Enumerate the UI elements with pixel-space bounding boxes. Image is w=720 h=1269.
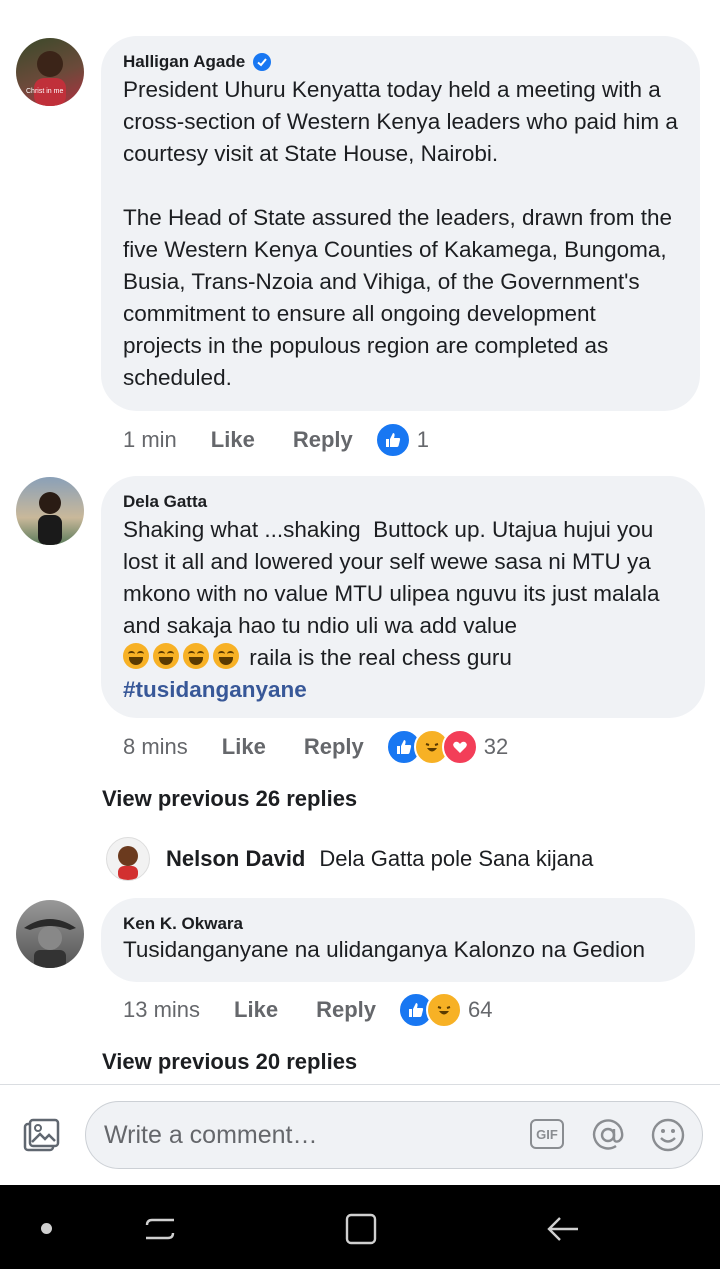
comment-bubble[interactable]: Dela Gatta Shaking what ...shaking Butto…	[101, 476, 705, 718]
comment-text-tail: raila is the real chess guru	[249, 645, 512, 670]
avatar-image	[118, 846, 138, 880]
reply-button[interactable]: Reply	[304, 734, 364, 760]
at-sign-icon	[592, 1119, 624, 1150]
reply-button[interactable]: Reply	[316, 997, 376, 1023]
back-icon[interactable]	[546, 1212, 580, 1246]
comment-input-placeholder: Write a comment…	[104, 1121, 318, 1149]
gif-button[interactable]: GIF	[530, 1119, 564, 1149]
reaction-count: 1	[416, 427, 429, 452]
photo-attach-button[interactable]	[22, 1117, 60, 1155]
gif-icon: GIF	[536, 1126, 558, 1142]
laughing-emoji-icon	[123, 643, 149, 669]
avatar	[106, 837, 150, 881]
comment-actions: 1 min Like Reply 1	[123, 422, 429, 458]
like-button[interactable]: Like	[211, 427, 255, 453]
view-previous-replies-link[interactable]: View previous 26 replies	[102, 786, 357, 812]
comment-text: Tusidanganyane na ulidanganya Kalonzo na…	[123, 937, 646, 962]
emoji-button[interactable]	[650, 1117, 686, 1158]
comment-input[interactable]: Write a comment… GIF	[85, 1101, 703, 1169]
avatar-image	[38, 492, 62, 545]
comment-time[interactable]: 8 mins	[123, 734, 188, 760]
photo-icon	[23, 1118, 60, 1152]
avatar[interactable]: Christ in me	[16, 38, 84, 106]
recent-apps-icon[interactable]	[144, 1213, 176, 1245]
reply-author[interactable]: Nelson David	[166, 846, 305, 872]
system-navigation-bar	[0, 1185, 720, 1269]
laughing-emoji-icon	[183, 643, 209, 669]
dot-icon[interactable]	[41, 1223, 52, 1234]
comment-text: Shaking what ...shaking Buttock up. Utaj…	[123, 517, 666, 638]
reaction-count: 64	[468, 997, 493, 1022]
reply-preview[interactable]: Nelson David Dela Gatta pole Sana kijana	[106, 837, 593, 881]
reaction-summary[interactable]: 64	[398, 992, 492, 1028]
avatar[interactable]	[16, 900, 84, 968]
haha-reaction-icon	[426, 992, 462, 1028]
view-previous-replies-link[interactable]: View previous 20 replies	[102, 1049, 357, 1075]
reaction-summary[interactable]: 1	[374, 422, 429, 458]
avatar-caption: Christ in me	[26, 88, 64, 95]
comment-actions: 13 mins Like Reply 64	[123, 992, 492, 1028]
reaction-count: 32	[483, 734, 509, 759]
verified-badge-icon	[253, 53, 272, 71]
love-reaction-icon	[441, 729, 478, 765]
laughing-emoji-icon	[213, 643, 239, 669]
comment-bubble[interactable]: Ken K. Okwara Tusidanganyane na ulidanga…	[101, 898, 695, 982]
comment-time[interactable]: 1 min	[123, 427, 177, 453]
divider	[0, 1084, 720, 1085]
avatar-image	[34, 51, 66, 106]
comment-actions: 8 mins Like Reply 32	[123, 729, 508, 765]
comment-time[interactable]: 13 mins	[123, 997, 200, 1023]
like-reaction-icon	[374, 422, 411, 458]
reply-text: Dela Gatta pole Sana kijana	[319, 846, 594, 871]
home-icon[interactable]	[344, 1212, 378, 1246]
comment-author[interactable]: Halligan Agade	[123, 52, 245, 72]
laughing-emoji-icon	[153, 643, 179, 669]
like-button[interactable]: Like	[222, 734, 266, 760]
reaction-summary[interactable]: 32	[385, 729, 509, 765]
hashtag-link[interactable]: #tusidanganyane	[123, 677, 307, 702]
mention-button[interactable]	[590, 1117, 626, 1158]
comment-text: President Uhuru Kenyatta today held a me…	[123, 77, 678, 390]
comment-author[interactable]: Dela Gatta	[123, 492, 207, 512]
like-button[interactable]: Like	[234, 997, 278, 1023]
smiley-icon	[651, 1118, 685, 1152]
reply-button[interactable]: Reply	[293, 427, 353, 453]
avatar[interactable]	[16, 477, 84, 545]
comment-author[interactable]: Ken K. Okwara	[123, 914, 243, 934]
avatar-image	[24, 919, 76, 968]
comment-bubble[interactable]: Halligan Agade President Uhuru Kenyatta …	[101, 36, 700, 411]
